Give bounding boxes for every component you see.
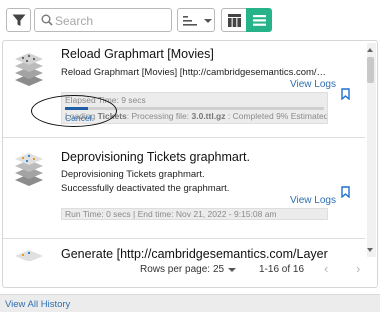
search-input[interactable] — [55, 11, 167, 30]
search-field[interactable] — [34, 8, 172, 32]
bookmark-icon[interactable] — [341, 186, 350, 198]
sort-icon — [183, 16, 197, 26]
chevron-down-icon[interactable] — [228, 268, 236, 272]
status-text: Loading Tickets: Processing file: 3.0.tt… — [65, 111, 328, 121]
item-description: Deprovisioning Tickets graphmart. — [61, 169, 205, 180]
item-description: Successfully deactivated the graphmart. — [61, 183, 230, 194]
list-view-icon — [253, 15, 266, 26]
filter-icon — [12, 14, 26, 26]
history-item: Reload Graphmart [Movies] Reload Graphma… — [3, 41, 365, 137]
history-panel: Reload Graphmart [Movies] Reload Graphma… — [2, 40, 378, 288]
footer-bar: View All History — [0, 294, 380, 312]
prev-page-button[interactable]: ‹ — [324, 261, 328, 276]
progress-bar — [65, 107, 324, 110]
graphmart-layers-icon — [15, 153, 43, 186]
history-item: Deprovisioning Tickets graphmart. Deprov… — [3, 138, 365, 236]
bookmark-icon[interactable] — [341, 88, 350, 100]
item-description: Reload Graphmart [Movies] [http://cambri… — [61, 67, 329, 78]
progress-bar-fill — [65, 107, 89, 110]
run-time: Run Time: 0 secs | End time: Nov 21, 202… — [65, 209, 277, 219]
job-status-box: Elapsed Time: 9 secs Loading Tickets: Pr… — [61, 92, 328, 124]
job-status-box: Run Time: 0 secs | End time: Nov 21, 202… — [61, 208, 328, 220]
sort-dropdown[interactable] — [177, 8, 215, 32]
page-range: 1-16 of 16 — [259, 264, 305, 275]
item-title: Reload Graphmart [Movies] — [61, 47, 214, 61]
rows-per-page-select[interactable]: 25 — [213, 264, 224, 275]
view-logs-link[interactable]: View Logs — [290, 79, 336, 90]
list-view-button[interactable] — [246, 8, 272, 32]
view-all-history-link[interactable]: View All History — [5, 299, 70, 310]
scroll-thumb[interactable] — [367, 57, 374, 83]
next-page-button[interactable]: › — [356, 261, 360, 276]
chevron-down-icon — [204, 19, 212, 23]
graphmart-layers-icon — [15, 53, 43, 86]
grid-view-button[interactable] — [221, 8, 247, 32]
filter-button[interactable] — [6, 8, 31, 32]
scrollbar[interactable] — [367, 43, 376, 257]
toolbar — [0, 0, 380, 40]
search-icon — [41, 14, 53, 26]
scroll-down-icon[interactable] — [367, 248, 373, 252]
elapsed-time: Elapsed Time: 9 secs — [65, 95, 146, 105]
item-title: Deprovisioning Tickets graphmart. — [61, 150, 250, 164]
grid-view-icon — [228, 14, 241, 27]
scroll-up-icon[interactable] — [367, 48, 373, 52]
pagination: Rows per page: 25 1-16 of 16 ‹ › — [2, 255, 378, 287]
rows-per-page-label: Rows per page: — [140, 264, 211, 275]
cancel-link[interactable]: Cancel — [65, 113, 91, 123]
view-logs-link[interactable]: View Logs — [290, 195, 336, 206]
